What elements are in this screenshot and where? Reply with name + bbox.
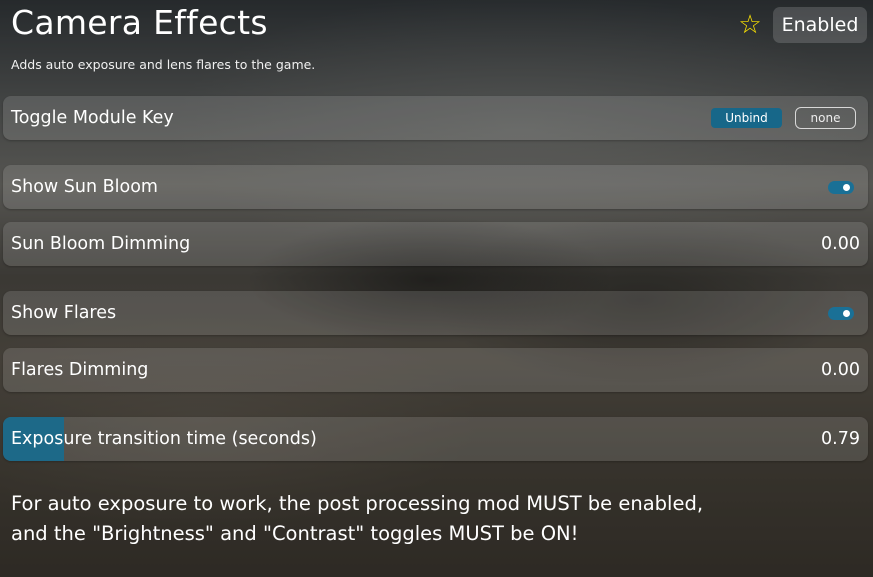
toggle-module-key-row: Toggle Module Key Unbind none [3,96,868,140]
enabled-toggle-button[interactable]: Enabled [773,7,867,43]
page-subtitle: Adds auto exposure and lens flares to th… [11,57,316,72]
sun-bloom-dimming-row[interactable]: Sun Bloom Dimming 0.00 [3,222,868,266]
show-flares-toggle[interactable] [828,307,854,320]
toggle-module-key-label: Toggle Module Key [11,108,174,128]
show-sun-bloom-label: Show Sun Bloom [11,177,158,197]
show-flares-row[interactable]: Show Flares [3,291,868,335]
exposure-transition-time-value: 0.79 [821,429,860,449]
sun-bloom-dimming-label: Sun Bloom Dimming [11,234,191,254]
page-title: Camera Effects [11,3,268,42]
info-note: For auto exposure to work, the post proc… [11,489,703,549]
info-note-line: For auto exposure to work, the post proc… [11,492,704,515]
unbind-button[interactable]: Unbind [711,108,782,128]
show-sun-bloom-row[interactable]: Show Sun Bloom [3,165,868,209]
keybind-button[interactable]: none [795,107,856,129]
show-sun-bloom-toggle[interactable] [828,181,854,194]
show-flares-label: Show Flares [11,303,117,323]
exposure-transition-time-label: Exposure transition time (seconds) [11,429,317,449]
star-icon[interactable]: ☆ [737,12,763,38]
flares-dimming-row[interactable]: Flares Dimming 0.00 [3,348,868,392]
exposure-transition-time-slider[interactable]: Exposure transition time (seconds) 0.79 [3,417,868,461]
toggle-knob [843,184,850,191]
flares-dimming-value: 0.00 [821,360,860,380]
flares-dimming-label: Flares Dimming [11,360,149,380]
toggle-knob [843,310,850,317]
info-note-line: and the "Brightness" and "Contrast" togg… [11,522,579,545]
sun-bloom-dimming-value: 0.00 [821,234,860,254]
